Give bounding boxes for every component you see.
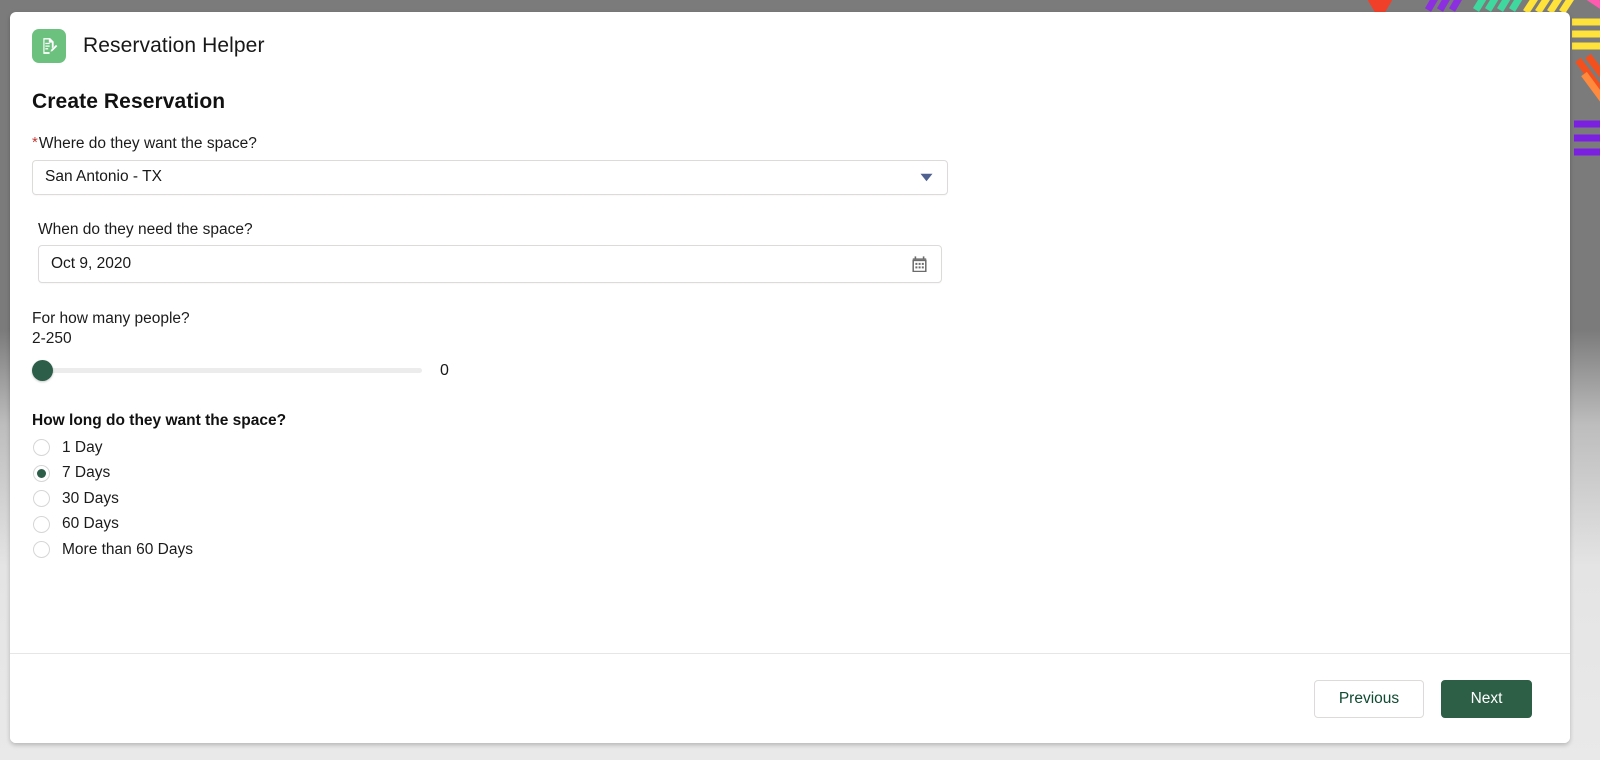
location-select-value: San Antonio - TX — [45, 168, 162, 186]
radio-label: 30 Days — [62, 489, 119, 507]
next-button[interactable]: Next — [1441, 679, 1532, 718]
chevron-down-icon[interactable] — [920, 173, 947, 182]
location-field-group: *Where do they want the space? San Anton… — [32, 135, 1570, 195]
date-label: When do they need the space? — [38, 220, 253, 238]
radio-option-7-days[interactable]: 7 Days — [32, 460, 1570, 486]
people-slider-row: 0 — [32, 360, 1570, 382]
people-slider-value: 0 — [440, 361, 449, 379]
required-asterisk: * — [32, 134, 38, 151]
date-input-value: Oct 9, 2020 — [51, 255, 132, 273]
radio-option-30-days[interactable]: 30 Days — [32, 486, 1570, 512]
people-slider[interactable] — [32, 360, 422, 382]
reservation-card: Reservation Helper Create Reservation *W… — [10, 12, 1570, 743]
card-body: Reservation Helper Create Reservation *W… — [10, 12, 1570, 653]
radio-label: 60 Days — [62, 515, 119, 533]
calendar-icon[interactable] — [912, 256, 941, 273]
app-title: Reservation Helper — [83, 34, 265, 57]
date-field-group: When do they need the space? Oct 9, 2020 — [38, 221, 1570, 284]
location-select[interactable]: San Antonio - TX — [32, 159, 948, 195]
radio-label: 1 Day — [62, 438, 103, 456]
slider-track[interactable] — [32, 368, 422, 374]
radio-icon[interactable] — [33, 439, 50, 457]
people-label: For how many people? — [32, 310, 190, 328]
radio-label: More than 60 Days — [62, 540, 193, 558]
page-title: Create Reservation — [32, 90, 226, 113]
radio-option-more-than-60-days[interactable]: More than 60 Days — [32, 537, 1570, 563]
reservation-form: *Where do they want the space? San Anton… — [32, 135, 1570, 562]
app-header: Reservation Helper — [10, 12, 1570, 63]
location-label: *Where do they want the space? — [32, 135, 1570, 154]
radio-icon[interactable] — [33, 541, 50, 559]
duration-legend: How long do they want the space? — [32, 411, 287, 429]
people-range-hint: 2-250 — [32, 329, 72, 347]
slider-thumb[interactable] — [32, 360, 53, 382]
radio-icon[interactable] — [33, 515, 50, 533]
previous-button[interactable]: Previous — [1314, 679, 1424, 718]
radio-option-1-day[interactable]: 1 Day — [32, 435, 1570, 461]
radio-label: 7 Days — [62, 464, 111, 482]
radio-option-60-days[interactable]: 60 Days — [32, 511, 1570, 537]
duration-radio-group: How long do they want the space? 1 Day 7… — [32, 412, 1570, 563]
document-edit-icon — [32, 29, 66, 63]
location-label-text: Where do they want the space? — [38, 135, 257, 152]
card-footer: Previous Next — [10, 653, 1570, 743]
people-slider-group: For how many people? 2-250 0 — [32, 310, 1570, 382]
radio-icon[interactable] — [33, 490, 50, 508]
date-input[interactable]: Oct 9, 2020 — [38, 245, 942, 284]
radio-icon-selected[interactable] — [33, 464, 50, 482]
